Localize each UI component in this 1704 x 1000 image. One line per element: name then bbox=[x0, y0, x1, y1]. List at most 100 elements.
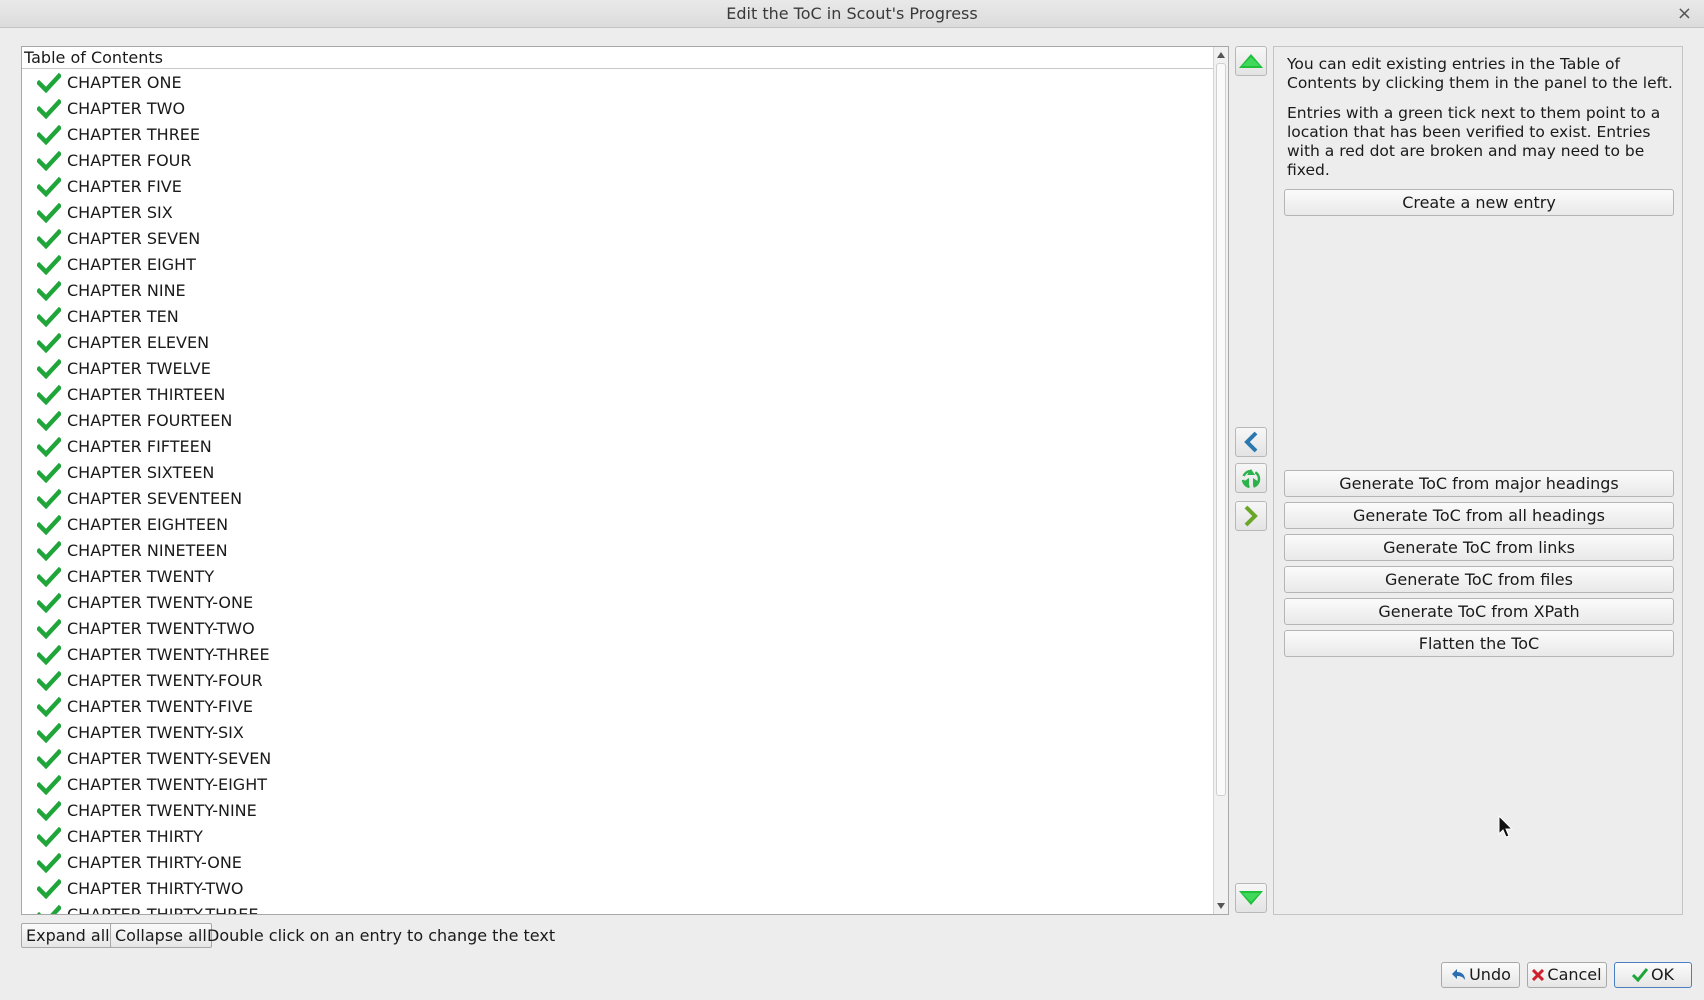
toc-entry-label: CHAPTER THIRTY-ONE bbox=[67, 853, 242, 872]
toc-entry-label: CHAPTER SIXTEEN bbox=[67, 463, 215, 482]
toc-entry-label: CHAPTER SEVENTEEN bbox=[67, 489, 243, 508]
toc-entry-label: CHAPTER ONE bbox=[67, 73, 182, 92]
arrow-down-icon bbox=[1239, 891, 1263, 905]
green-tick-icon bbox=[37, 593, 61, 613]
generate-files-button[interactable]: Generate ToC from files bbox=[1284, 566, 1674, 593]
chevron-right-icon bbox=[1244, 505, 1258, 527]
toc-entry[interactable]: CHAPTER FIVE bbox=[22, 174, 1214, 200]
cancel-x-icon bbox=[1532, 969, 1545, 981]
green-tick-icon bbox=[37, 853, 61, 873]
green-tick-icon bbox=[37, 567, 61, 587]
ok-check-icon bbox=[1631, 968, 1648, 982]
toc-entry[interactable]: CHAPTER TWELVE bbox=[22, 356, 1214, 382]
toc-entry[interactable]: CHAPTER FOURTEEN bbox=[22, 408, 1214, 434]
indent-button[interactable] bbox=[1235, 501, 1267, 531]
toc-entry[interactable]: CHAPTER NINE bbox=[22, 278, 1214, 304]
move-up-button[interactable] bbox=[1235, 46, 1267, 76]
cancel-button[interactable]: Cancel bbox=[1527, 962, 1607, 988]
toc-entry[interactable]: CHAPTER THIRTY bbox=[22, 824, 1214, 850]
toc-entry-label: CHAPTER TWENTY-SIX bbox=[67, 723, 244, 742]
toc-entry-label: CHAPTER TWENTY-EIGHT bbox=[67, 775, 268, 794]
collapse-all-button[interactable]: Collapse all bbox=[110, 923, 212, 948]
toc-entry[interactable]: CHAPTER TWENTY-EIGHT bbox=[22, 772, 1214, 798]
scroll-thumb[interactable] bbox=[1216, 63, 1226, 796]
green-tick-icon bbox=[37, 385, 61, 405]
green-tick-icon bbox=[37, 463, 61, 483]
create-entry-button[interactable]: Create a new entry bbox=[1284, 189, 1674, 216]
toc-entry-label: CHAPTER EIGHTEEN bbox=[67, 515, 229, 534]
generate-xpath-button[interactable]: Generate ToC from XPath bbox=[1284, 598, 1674, 625]
toc-entry[interactable]: CHAPTER FOUR bbox=[22, 148, 1214, 174]
toc-entry-label: CHAPTER TWO bbox=[67, 99, 186, 118]
toc-entry-label: CHAPTER TWENTY-SEVEN bbox=[67, 749, 272, 768]
toc-entry[interactable]: CHAPTER TWENTY-THREE bbox=[22, 642, 1214, 668]
green-tick-icon bbox=[37, 359, 61, 379]
toc-entry-label: CHAPTER THIRTEEN bbox=[67, 385, 226, 404]
toc-entry-label: CHAPTER TWENTY bbox=[67, 567, 215, 586]
green-tick-icon bbox=[37, 333, 61, 353]
green-tick-icon bbox=[37, 437, 61, 457]
toc-entry[interactable]: CHAPTER TWENTY-ONE bbox=[22, 590, 1214, 616]
toc-entry[interactable]: CHAPTER EIGHT bbox=[22, 252, 1214, 278]
toc-entry-label: CHAPTER THREE bbox=[67, 125, 201, 144]
toc-entry[interactable]: CHAPTER THIRTY-THREE bbox=[22, 902, 1214, 914]
toc-entry[interactable]: CHAPTER TWENTY-TWO bbox=[22, 616, 1214, 642]
toc-entry-label: CHAPTER SIX bbox=[67, 203, 173, 222]
toc-entry[interactable]: CHAPTER TWENTY-SIX bbox=[22, 720, 1214, 746]
undo-button[interactable]: Undo bbox=[1441, 962, 1520, 988]
toc-entry[interactable]: CHAPTER SIXTEEN bbox=[22, 460, 1214, 486]
green-tick-icon bbox=[37, 411, 61, 431]
toc-entry[interactable]: CHAPTER SEVENTEEN bbox=[22, 486, 1214, 512]
scroll-up-arrow-icon[interactable] bbox=[1217, 52, 1225, 58]
toc-entry[interactable]: CHAPTER TWENTY-FOUR bbox=[22, 668, 1214, 694]
toc-entry[interactable]: CHAPTER THREE bbox=[22, 122, 1214, 148]
toc-entry-label: CHAPTER TEN bbox=[67, 307, 179, 326]
toc-entry-label: CHAPTER FOURTEEN bbox=[67, 411, 233, 430]
toc-entry[interactable]: CHAPTER TEN bbox=[22, 304, 1214, 330]
toc-entry[interactable]: CHAPTER ONE bbox=[22, 70, 1214, 96]
toc-entry[interactable]: CHAPTER ELEVEN bbox=[22, 330, 1214, 356]
green-tick-icon bbox=[37, 775, 61, 795]
green-tick-icon bbox=[37, 723, 61, 743]
flatten-toc-button[interactable]: Flatten the ToC bbox=[1284, 630, 1674, 657]
undo-arrow-icon bbox=[1452, 969, 1466, 980]
toc-entry[interactable]: CHAPTER TWENTY-NINE bbox=[22, 798, 1214, 824]
toc-entry[interactable]: CHAPTER SEVEN bbox=[22, 226, 1214, 252]
toc-entry[interactable]: CHAPTER EIGHTEEN bbox=[22, 512, 1214, 538]
toc-entry-label: CHAPTER THIRTY bbox=[67, 827, 203, 846]
generate-links-button[interactable]: Generate ToC from links bbox=[1284, 534, 1674, 561]
move-down-button[interactable] bbox=[1235, 883, 1267, 913]
ok-button[interactable]: OK bbox=[1614, 962, 1692, 988]
toc-entry[interactable]: CHAPTER THIRTY-TWO bbox=[22, 876, 1214, 902]
green-tick-icon bbox=[37, 671, 61, 691]
generate-major-headings-button[interactable]: Generate ToC from major headings bbox=[1284, 470, 1674, 497]
toc-scrollbar[interactable] bbox=[1213, 47, 1228, 914]
toc-entry-label: CHAPTER TWENTY-FIVE bbox=[67, 697, 253, 716]
undo-label: Undo bbox=[1469, 965, 1511, 984]
toc-entry-label: CHAPTER TWENTY-TWO bbox=[67, 619, 255, 638]
green-tick-icon bbox=[37, 801, 61, 821]
toc-entry[interactable]: CHAPTER SIX bbox=[22, 200, 1214, 226]
recycle-icon bbox=[1241, 469, 1261, 489]
expand-all-button[interactable]: Expand all bbox=[21, 923, 115, 948]
scroll-down-arrow-icon[interactable] bbox=[1217, 903, 1225, 909]
green-tick-icon bbox=[37, 177, 61, 197]
generate-all-headings-button[interactable]: Generate ToC from all headings bbox=[1284, 502, 1674, 529]
close-icon[interactable]: × bbox=[1677, 0, 1692, 28]
cancel-label: Cancel bbox=[1547, 965, 1602, 984]
toc-entry[interactable]: CHAPTER TWO bbox=[22, 96, 1214, 122]
green-tick-icon bbox=[37, 879, 61, 899]
toc-entry[interactable]: CHAPTER TWENTY-FIVE bbox=[22, 694, 1214, 720]
unindent-button[interactable] bbox=[1235, 427, 1267, 457]
toc-entry[interactable]: CHAPTER FIFTEEN bbox=[22, 434, 1214, 460]
window-title: Edit the ToC in Scout's Progress bbox=[726, 4, 978, 23]
toc-entry-label: CHAPTER FOUR bbox=[67, 151, 192, 170]
toc-entry[interactable]: CHAPTER THIRTEEN bbox=[22, 382, 1214, 408]
toc-entry[interactable]: CHAPTER THIRTY-ONE bbox=[22, 850, 1214, 876]
toc-entry[interactable]: CHAPTER TWENTY bbox=[22, 564, 1214, 590]
delete-entry-button[interactable] bbox=[1235, 463, 1267, 493]
toc-entry[interactable]: CHAPTER TWENTY-SEVEN bbox=[22, 746, 1214, 772]
toc-entry[interactable]: CHAPTER NINETEEN bbox=[22, 538, 1214, 564]
green-tick-icon bbox=[37, 619, 61, 639]
toc-tree[interactable]: Table of Contents CHAPTER ONE CHAPTER TWO… bbox=[21, 46, 1229, 915]
